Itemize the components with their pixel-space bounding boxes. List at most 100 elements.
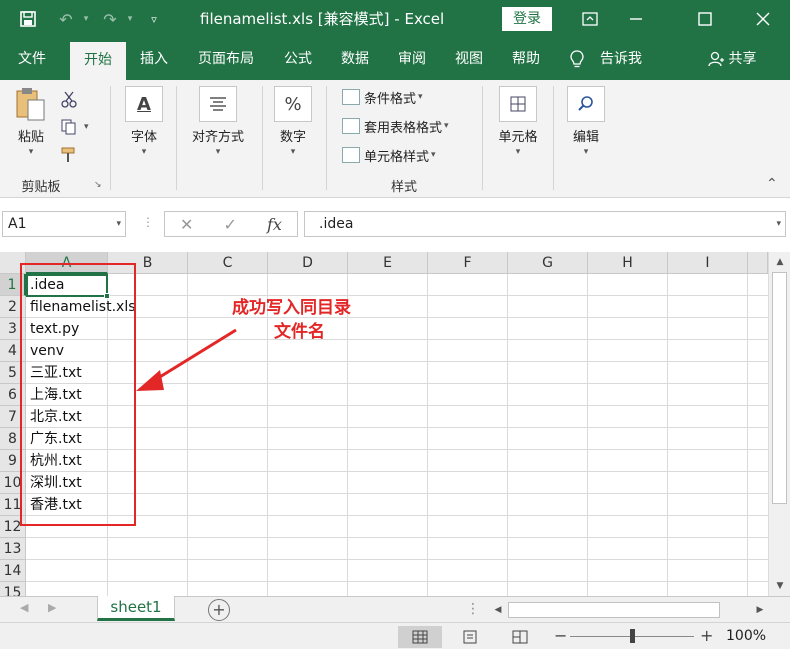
cut-icon[interactable]	[60, 88, 78, 110]
scroll-right-icon[interactable]: ▶	[752, 602, 768, 618]
conditional-format-button[interactable]: 条件格式 ▾	[342, 86, 423, 108]
sheet-next-icon[interactable]: ▶	[48, 601, 56, 614]
column-header-e[interactable]: E	[348, 252, 428, 274]
share-label: 共享	[728, 51, 757, 67]
alignment-button[interactable]: 对齐方式 ▾	[186, 86, 250, 157]
minimize-icon[interactable]	[613, 0, 659, 38]
insert-function-icon[interactable]: fx	[267, 215, 282, 234]
sheet-prev-icon[interactable]: ◀	[20, 601, 28, 614]
alignment-dropdown-icon: ▾	[215, 147, 221, 157]
table-format-button[interactable]: 套用表格格式 ▾	[342, 115, 449, 137]
customize-toolbar-icon[interactable]: ▿	[140, 0, 168, 38]
cells-dropdown-icon: ▾	[515, 147, 521, 157]
vertical-scrollbar[interactable]: ▲ ▼	[768, 252, 790, 596]
column-header-f[interactable]: F	[428, 252, 508, 274]
name-box-value: A1	[8, 216, 27, 232]
cell-style-icon	[342, 147, 360, 163]
tab-formulas[interactable]: 公式	[276, 38, 320, 80]
zoom-slider-thumb[interactable]	[630, 629, 635, 643]
editing-button[interactable]: 编辑 ▾	[565, 86, 607, 157]
zoom-out-icon[interactable]: −	[554, 626, 567, 645]
column-header-g[interactable]: G	[508, 252, 588, 274]
ribbon-tabs: 文件 开始 插入 页面布局 公式 数据 审阅 视图 帮助 告诉我 共享	[0, 38, 790, 80]
login-button[interactable]: 登录	[502, 7, 552, 31]
grid-hline	[26, 361, 768, 362]
tab-review[interactable]: 审阅	[390, 38, 434, 80]
percent-icon: %	[274, 86, 312, 122]
table-format-label: 套用表格格式	[364, 120, 443, 136]
grid-hline	[26, 295, 768, 296]
conditional-format-icon	[342, 89, 360, 105]
grid-hline	[26, 559, 768, 560]
copy-icon[interactable]: ▾	[60, 116, 89, 138]
name-box-dropdown-icon[interactable]: ▾	[116, 212, 121, 236]
horizontal-scroll-thumb[interactable]	[508, 602, 720, 618]
grid-hline	[26, 515, 768, 516]
format-painter-icon[interactable]	[60, 144, 78, 166]
name-box[interactable]: A1 ▾	[2, 211, 126, 237]
column-header-i[interactable]: I	[668, 252, 748, 274]
drag-handle-icon[interactable]: ⋮	[142, 215, 154, 229]
tab-page-layout[interactable]: 页面布局	[190, 38, 262, 80]
paste-dropdown-icon: ▾	[28, 147, 34, 157]
collapse-ribbon-icon[interactable]: ⌃	[766, 176, 778, 192]
column-header-partial[interactable]	[748, 252, 768, 274]
share-button[interactable]: 共享	[708, 38, 756, 80]
styles-group-label: 样式	[390, 180, 417, 195]
row-header-13[interactable]: 13	[0, 538, 26, 560]
tab-help[interactable]: 帮助	[504, 38, 548, 80]
maximize-icon[interactable]	[682, 0, 728, 38]
page-break-view-icon[interactable]	[498, 626, 542, 648]
more-options-icon[interactable]: ⋮	[466, 601, 480, 617]
scroll-up-icon[interactable]: ▲	[772, 254, 788, 270]
save-icon[interactable]	[14, 0, 42, 38]
cells-button[interactable]: 单元格 ▾	[492, 86, 544, 157]
lightbulb-icon	[570, 38, 584, 80]
grid-hline	[26, 537, 768, 538]
search-icon	[567, 86, 605, 122]
grid-hline	[26, 427, 768, 428]
clipboard-launcher-icon[interactable]: ↘	[94, 180, 102, 190]
grid-hline	[26, 383, 768, 384]
close-icon[interactable]	[740, 0, 786, 38]
tab-file[interactable]: 文件	[6, 38, 58, 80]
page-layout-view-icon[interactable]	[448, 626, 492, 648]
cells-label: 单元格	[498, 130, 538, 145]
cell-style-button[interactable]: 单元格样式 ▾	[342, 144, 436, 166]
sheet-tab[interactable]: sheet1	[97, 596, 175, 621]
normal-view-icon[interactable]	[398, 626, 442, 648]
column-header-h[interactable]: H	[588, 252, 668, 274]
scroll-left-icon[interactable]: ◀	[490, 602, 506, 618]
enter-icon[interactable]: ✓	[224, 215, 237, 234]
ribbon-display-icon[interactable]	[567, 0, 613, 38]
tab-data[interactable]: 数据	[333, 38, 377, 80]
vertical-scroll-thumb[interactable]	[772, 272, 787, 504]
group-separator	[262, 86, 263, 190]
font-button[interactable]: A 字体 ▾	[122, 86, 166, 157]
number-button[interactable]: % 数字 ▾	[272, 86, 314, 157]
cancel-icon[interactable]: ✕	[180, 215, 193, 234]
cells-icon	[499, 86, 537, 122]
column-header-d[interactable]: D	[268, 252, 348, 274]
paste-button[interactable]: 粘贴 ▾	[10, 86, 52, 157]
formula-value: .idea	[319, 216, 354, 232]
formula-actions: ✕ ✓ fx	[164, 211, 298, 237]
ribbon: 粘贴 ▾ ▾ 剪贴板 ↘ A 字体 ▾ 对齐方式 ▾ % 数字 ▾ 条件格式 ▾	[0, 80, 790, 198]
horizontal-scrollbar[interactable]: ◀ ▶	[490, 602, 770, 618]
add-sheet-icon[interactable]: +	[208, 599, 230, 621]
tab-view[interactable]: 视图	[447, 38, 491, 80]
tell-me-box[interactable]: 告诉我	[570, 38, 642, 80]
zoom-level[interactable]: 100%	[726, 628, 766, 644]
font-dropdown-icon: ▾	[141, 147, 147, 157]
zoom-in-icon[interactable]: +	[700, 626, 713, 645]
row-header-15[interactable]: 15	[0, 582, 26, 596]
scroll-down-icon[interactable]: ▼	[772, 578, 788, 594]
tab-home[interactable]: 开始	[70, 42, 126, 80]
formula-expand-icon[interactable]: ▾	[776, 212, 781, 236]
grid-hline	[26, 317, 768, 318]
tab-insert[interactable]: 插入	[132, 38, 176, 80]
formula-input[interactable]: .idea ▾	[304, 211, 786, 237]
column-header-c[interactable]: C	[188, 252, 268, 274]
row-header-14[interactable]: 14	[0, 560, 26, 582]
group-separator	[553, 86, 554, 190]
